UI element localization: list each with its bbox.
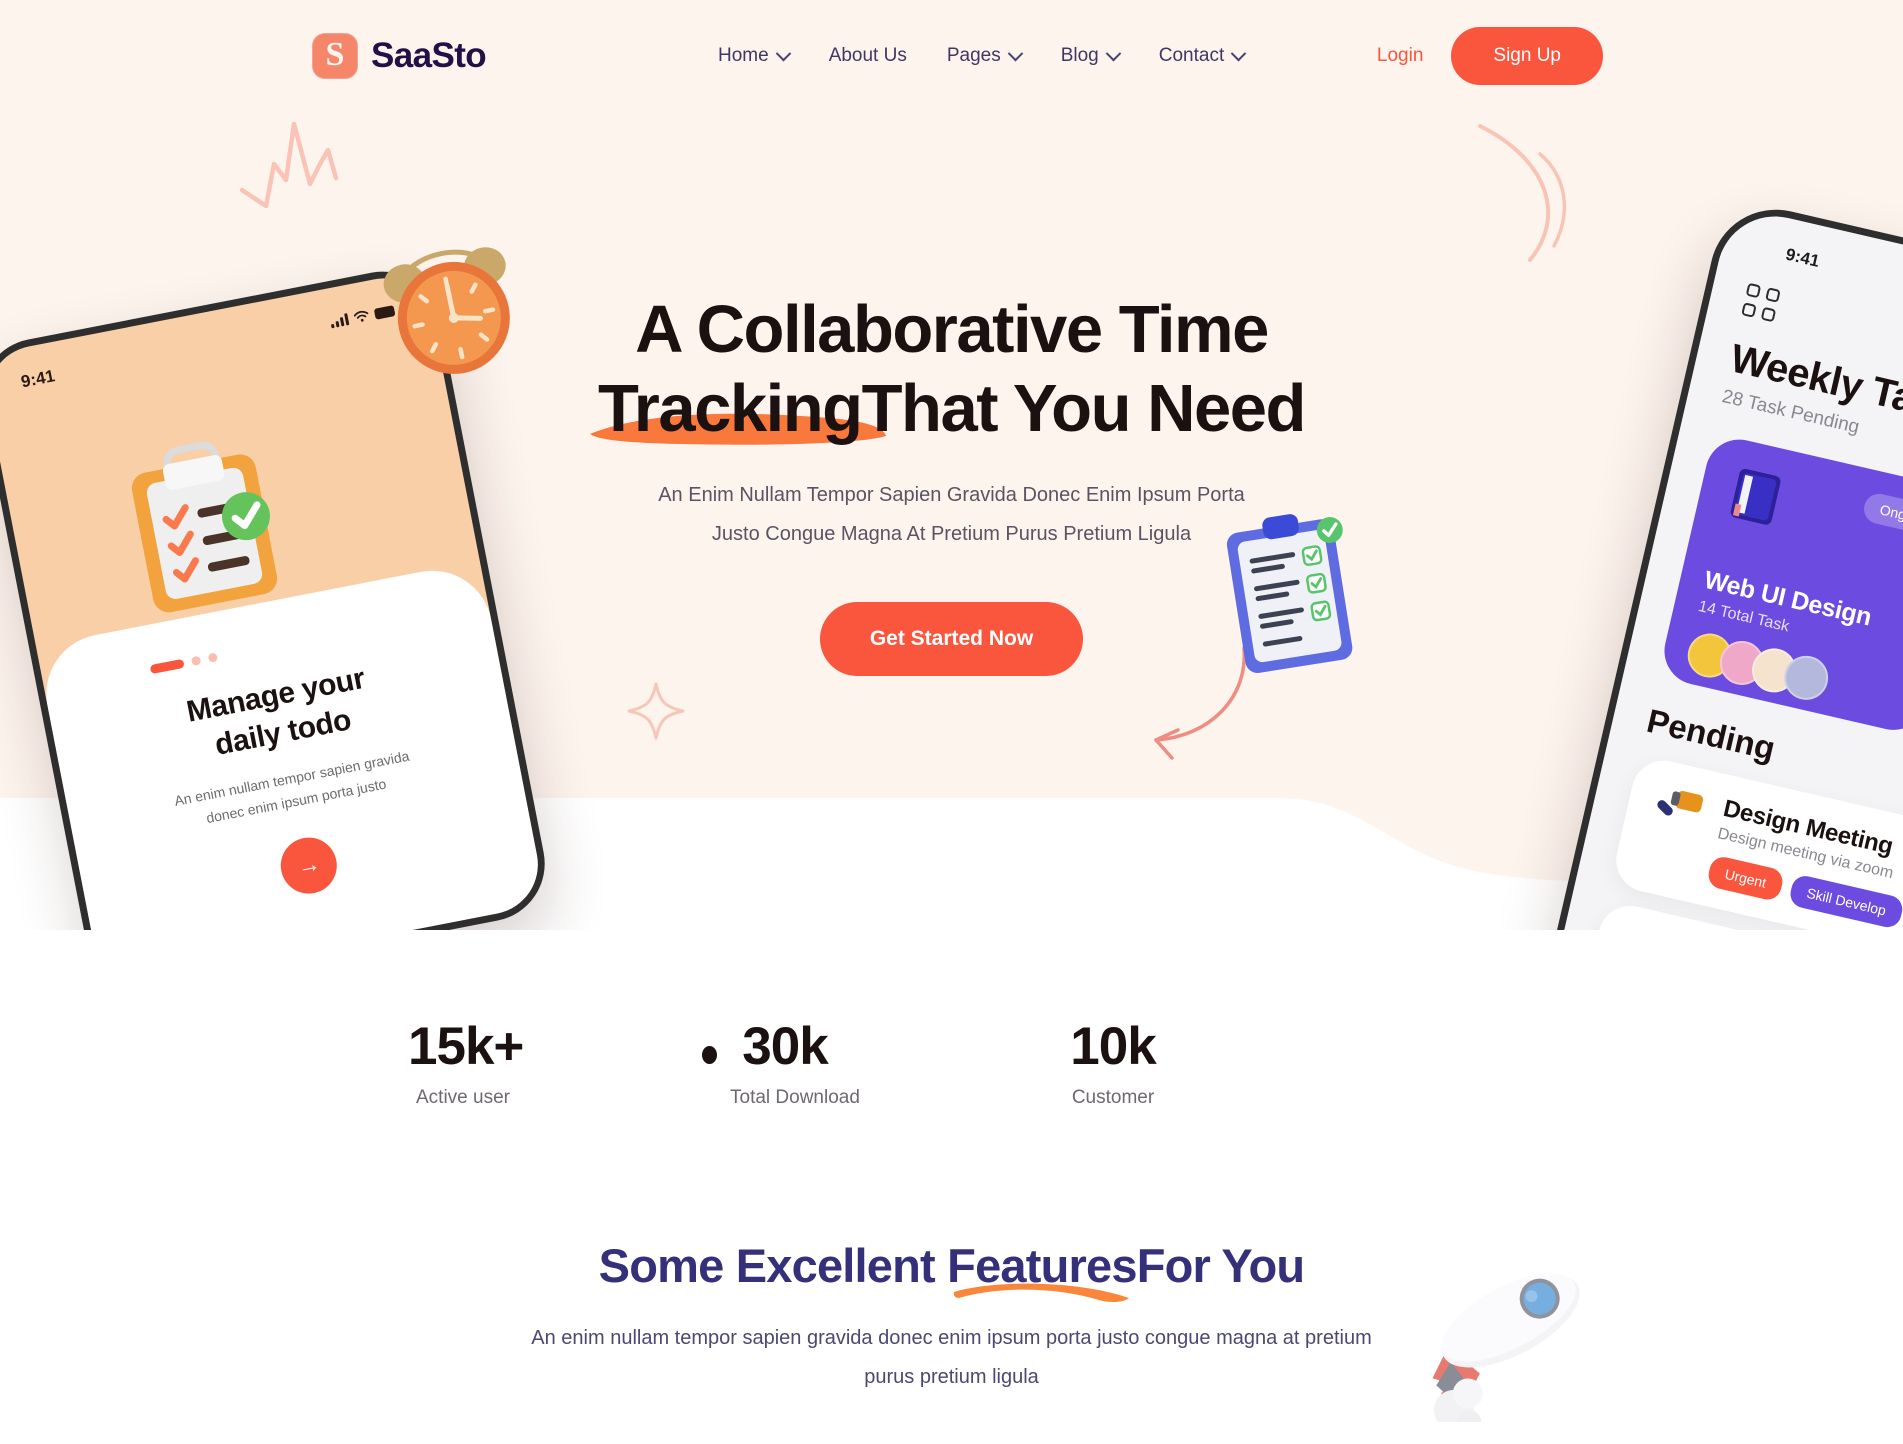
features-title: Some Excellent Features For You: [598, 1238, 1305, 1303]
hero-title-rest: That You Need: [861, 371, 1307, 447]
hero-title-highlight-wrap: Tracking: [590, 369, 887, 448]
features-title-highlight-wrap: Features: [947, 1238, 1138, 1303]
stat-label: Active user: [416, 1087, 510, 1108]
nav-label-about-us: About Us: [828, 45, 907, 66]
pagination-dot: [207, 652, 219, 663]
nav-label-home: Home: [718, 45, 769, 66]
login-link[interactable]: Login: [1377, 45, 1424, 67]
notebook-icon: [1730, 468, 1781, 525]
stat-value: 30k: [742, 1017, 828, 1076]
stat-value: 15k+: [408, 1017, 524, 1076]
next-arrow-button[interactable]: →: [275, 832, 342, 899]
dot-decoration: [702, 1046, 717, 1064]
nav-links: Home About Us Pages Blog Contact: [718, 45, 1247, 67]
stat-item: 10k Customer: [1058, 1020, 1168, 1109]
chevron-down-icon: [1230, 45, 1247, 61]
phone-left-status-bar: 9:41: [0, 293, 432, 399]
logo-icon: S: [312, 33, 358, 79]
hero-title-highlight: Tracking: [598, 371, 863, 447]
signal-icon: [329, 313, 350, 329]
phone-mockup-right: 9:41 Nov 18, 202 Weekly Task 28 Task Pen…: [1523, 196, 1903, 930]
chevron-down-icon: [775, 45, 791, 61]
phone-mockup-left: 9:41 Manage your daily todo An enim null…: [0, 261, 555, 930]
get-started-button[interactable]: Get Started Now: [819, 602, 1084, 677]
wifi-icon: [353, 310, 369, 322]
phone-left-screen: 9:41 Manage your daily todo An enim null…: [0, 269, 547, 930]
status-icons: [329, 304, 396, 329]
features-subtitle-line1: An enim nullam tempor sapien gravida don…: [531, 1327, 1372, 1349]
hero-section: S SaaSto Home About Us Pages Blog Contac…: [0, 0, 1903, 930]
nav-label-pages: Pages: [946, 45, 1001, 66]
stats-section: 15k+ Active user 30k Total Download 10k …: [0, 1020, 1903, 1109]
phone-left-onboarding-card: Manage your daily todo An enim nullam te…: [36, 560, 547, 930]
nav-label-contact: Contact: [1158, 45, 1225, 66]
task-card[interactable]: Ongoing Web UI Design 14 Total Task: [1657, 432, 1903, 737]
brand-logo[interactable]: S SaaSto: [312, 33, 487, 79]
nav-item-pages[interactable]: Pages: [946, 45, 1023, 67]
brand-name: SaaSto: [371, 36, 487, 75]
hero-content: A Collaborative Time TrackingThat You Ne…: [542, 290, 1362, 677]
phone-right-screen: 9:41 Nov 18, 202 Weekly Task 28 Task Pen…: [1532, 204, 1903, 930]
chevron-down-icon: [1105, 45, 1122, 61]
pills-icon: [1611, 924, 1678, 930]
nav-item-blog[interactable]: Blog: [1060, 45, 1122, 67]
pagination-dot: [190, 655, 202, 667]
hero-subtitle-line2: Justo Congue Magna At Pretium Purus Pret…: [711, 523, 1192, 546]
stat-item: 30k Total Download: [702, 1017, 860, 1109]
pending-task-content: Design Meeting Design meeting via zoom U…: [1705, 795, 1903, 930]
tag-urgent: Urgent: [1705, 854, 1786, 903]
nav-label-blog: Blog: [1060, 45, 1099, 66]
paint-roller-icon: [1657, 791, 1704, 816]
curve-decoration: [1478, 124, 1567, 262]
features-title-part2: For You: [1136, 1239, 1305, 1292]
sparkle-decoration: [627, 682, 685, 740]
hero-title: A Collaborative Time TrackingThat You Ne…: [542, 290, 1362, 448]
status-time: 9:41: [19, 366, 57, 392]
hero-subtitle-line1: An Enim Nullam Tempor Sapien Gravida Don…: [658, 484, 1245, 507]
features-section: Some Excellent Features For You An enim n…: [0, 1238, 1903, 1397]
nav-actions: Login Sign Up: [1377, 27, 1603, 85]
grid-menu-icon[interactable]: [1741, 282, 1781, 323]
battery-icon: [373, 304, 396, 320]
stat-label: Total Download: [730, 1087, 860, 1108]
features-title-part1: Some Excellent: [598, 1239, 948, 1292]
hero-subtitle: An Enim Nullam Tempor Sapien Gravida Don…: [542, 476, 1362, 554]
brush-underline-icon: [953, 1283, 1130, 1303]
sign-up-button[interactable]: Sign Up: [1451, 27, 1603, 85]
stat-label: Customer: [1071, 1087, 1155, 1108]
main-navigation: S SaaSto Home About Us Pages Blog Contac…: [0, 0, 1903, 112]
zigzag-decoration: [239, 121, 339, 209]
status-badge: Ongoing: [1861, 490, 1903, 540]
hero-title-line1: A Collaborative Time: [635, 292, 1269, 367]
nav-item-home[interactable]: Home: [718, 45, 791, 67]
chevron-down-icon: [1007, 45, 1023, 61]
stat-item: 15k+ Active user: [408, 1017, 524, 1109]
features-subtitle-line2: purus pretium ligula: [864, 1366, 1039, 1388]
nav-item-contact[interactable]: Contact: [1158, 45, 1247, 67]
nav-item-about-us[interactable]: About Us: [829, 45, 907, 67]
pagination-dot-active: [149, 658, 185, 675]
features-subtitle: An enim nullam tempor sapien gravida don…: [512, 1319, 1392, 1397]
status-time: 9:41: [1783, 244, 1822, 271]
stat-value: 10k: [1070, 1017, 1156, 1076]
